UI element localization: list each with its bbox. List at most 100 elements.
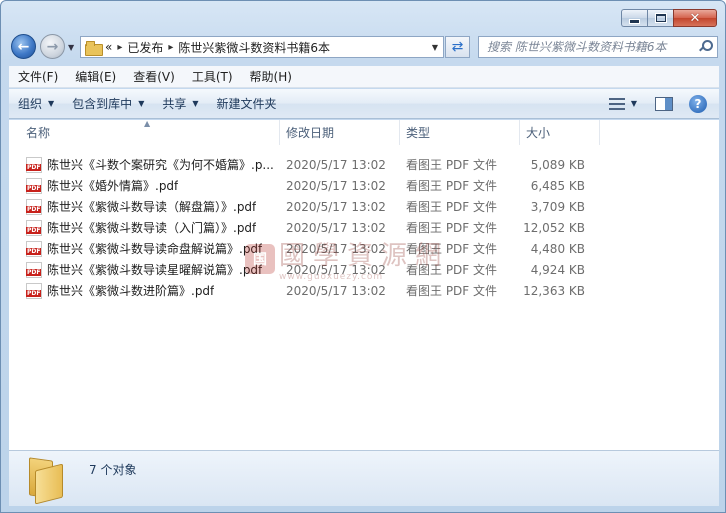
- file-name-cell[interactable]: PDF 陈世兴《婚外情篇》.pdf: [9, 177, 280, 194]
- file-date: 2020/5/17 13:02: [286, 199, 386, 214]
- file-type: 看图王 PDF 文件: [406, 242, 498, 256]
- file-date: 2020/5/17 13:02: [286, 220, 386, 235]
- menu-tools[interactable]: 工具(T): [183, 68, 241, 85]
- share-button[interactable]: 共享 ▼: [153, 91, 207, 117]
- column-headers: ▲ 名称 修改日期 类型 大小: [9, 119, 719, 145]
- file-rows: PDF 陈世兴《斗数个案研究《为何不婚篇》.p... 2020/5/17 13:0…: [9, 154, 719, 301]
- sort-ascending-icon: ▲: [144, 119, 151, 128]
- help-icon[interactable]: ?: [689, 94, 707, 113]
- file-type: 看图王 PDF 文件: [406, 200, 498, 214]
- minimize-button[interactable]: [621, 9, 647, 27]
- address-dropdown-icon[interactable]: ▼: [432, 43, 438, 52]
- file-type: 看图王 PDF 文件: [406, 158, 498, 172]
- menu-file[interactable]: 文件(F): [9, 68, 66, 85]
- search-input[interactable]: [487, 40, 697, 54]
- folder-icon: [85, 40, 103, 56]
- search-box[interactable]: [478, 36, 718, 58]
- file-size: 12,052 KB: [523, 220, 585, 235]
- maximize-icon: [655, 14, 666, 22]
- chevron-down-icon: ▼: [48, 99, 55, 108]
- file-size: 12,363 KB: [523, 283, 585, 298]
- menu-help[interactable]: 帮助(H): [241, 68, 300, 85]
- file-name: 陈世兴《婚外情篇》.pdf: [47, 179, 179, 193]
- toolbar-right: ▼ ?: [608, 94, 719, 113]
- item-count: 7 个对象: [89, 463, 137, 477]
- back-button[interactable]: ←: [11, 34, 36, 59]
- file-row[interactable]: PDF 陈世兴《紫微斗数导读（入门篇）》.pdf 2020/5/17 13:02 …: [9, 217, 719, 238]
- file-type: 看图王 PDF 文件: [406, 179, 498, 193]
- file-name-cell[interactable]: PDF 陈世兴《紫微斗数导读（入门篇）》.pdf: [9, 219, 280, 236]
- column-type-label: 类型: [406, 126, 431, 140]
- minimize-icon: [630, 19, 639, 23]
- menu-view[interactable]: 查看(V): [124, 68, 183, 85]
- forward-button[interactable]: →: [40, 34, 65, 59]
- breadcrumb-published[interactable]: 已发布: [127, 39, 163, 56]
- forward-arrow-icon: →: [46, 38, 59, 55]
- view-options-dropdown-icon[interactable]: ▼: [631, 99, 637, 108]
- explorer-window: ✕ ← → ▼ « ▸ 已发布 ▸ 陈世兴紫微斗数资料书籍6本 ▼ ⇄ 文件(F…: [0, 0, 726, 513]
- file-date: 2020/5/17 13:02: [286, 262, 386, 277]
- recent-pages-dropdown-icon[interactable]: ▼: [68, 43, 74, 52]
- file-type: 看图王 PDF 文件: [406, 263, 498, 277]
- back-arrow-icon: ←: [17, 38, 30, 55]
- file-name-cell[interactable]: PDF 陈世兴《紫微斗数进阶篇》.pdf: [9, 282, 280, 299]
- close-button[interactable]: ✕: [673, 9, 717, 27]
- column-header-size[interactable]: 大小: [520, 120, 600, 145]
- file-name-cell[interactable]: PDF 陈世兴《斗数个案研究《为何不婚篇》.p...: [9, 156, 280, 173]
- breadcrumb-current-folder[interactable]: 陈世兴紫微斗数资料书籍6本: [178, 39, 330, 56]
- preview-pane-icon[interactable]: [655, 96, 673, 111]
- file-size: 3,709 KB: [530, 199, 585, 214]
- file-name: 陈世兴《紫微斗数导读星曜解说篇》.pdf: [47, 263, 263, 277]
- file-row[interactable]: PDF 陈世兴《婚外情篇》.pdf 2020/5/17 13:02 看图王 PDF…: [9, 175, 719, 196]
- column-header-type[interactable]: 类型: [400, 120, 520, 145]
- pdf-file-icon: PDF: [26, 198, 42, 215]
- pdf-file-icon: PDF: [26, 240, 42, 257]
- file-date: 2020/5/17 13:02: [286, 157, 386, 172]
- file-row[interactable]: PDF 陈世兴《紫微斗数导读星曜解说篇》.pdf 2020/5/17 13:02 …: [9, 259, 719, 280]
- file-name-cell[interactable]: PDF 陈世兴《紫微斗数导读命盘解说篇》.pdf: [9, 240, 280, 257]
- file-date: 2020/5/17 13:02: [286, 178, 386, 193]
- maximize-button[interactable]: [647, 9, 673, 27]
- file-name-cell[interactable]: PDF 陈世兴《紫微斗数导读（解盘篇）》.pdf: [9, 198, 280, 215]
- breadcrumb-overflow[interactable]: «: [105, 40, 112, 54]
- file-name-cell[interactable]: PDF 陈世兴《紫微斗数导读星曜解说篇》.pdf: [9, 261, 280, 278]
- refresh-icon: ⇄: [451, 39, 464, 55]
- organize-button[interactable]: 组织 ▼: [9, 91, 63, 117]
- menu-edit[interactable]: 编辑(E): [66, 68, 124, 85]
- file-type: 看图王 PDF 文件: [406, 221, 498, 235]
- file-name: 陈世兴《紫微斗数导读（入门篇）》.pdf: [47, 221, 257, 235]
- chevron-down-icon: ▼: [192, 99, 199, 108]
- search-icon[interactable]: [699, 40, 713, 52]
- column-header-name[interactable]: ▲ 名称: [9, 119, 280, 145]
- caption-buttons: ✕: [621, 9, 717, 27]
- breadcrumb-separator-icon[interactable]: ▸: [168, 42, 173, 53]
- file-row[interactable]: PDF 陈世兴《紫微斗数导读命盘解说篇》.pdf 2020/5/17 13:02 …: [9, 238, 719, 259]
- command-bar: 组织 ▼ 包含到库中 ▼ 共享 ▼ 新建文件夹 ▼ ?: [9, 89, 719, 119]
- file-list: ▲ 名称 修改日期 类型 大小 PDF 陈世兴《斗数个案研究《为何不婚篇》.p..…: [9, 119, 719, 450]
- change-view-icon[interactable]: [608, 97, 625, 110]
- breadcrumb-separator-icon[interactable]: ▸: [117, 42, 122, 53]
- pdf-file-icon: PDF: [26, 282, 42, 299]
- file-date: 2020/5/17 13:02: [286, 241, 386, 256]
- address-bar[interactable]: « ▸ 已发布 ▸ 陈世兴紫微斗数资料书籍6本 ▼: [80, 36, 444, 58]
- column-header-date[interactable]: 修改日期: [280, 120, 400, 145]
- details-pane: 7 个对象: [9, 450, 719, 506]
- file-date: 2020/5/17 13:02: [286, 283, 386, 298]
- file-name: 陈世兴《紫微斗数导读命盘解说篇》.pdf: [47, 242, 263, 256]
- file-row[interactable]: PDF 陈世兴《斗数个案研究《为何不婚篇》.p... 2020/5/17 13:0…: [9, 154, 719, 175]
- file-row[interactable]: PDF 陈世兴《紫微斗数导读（解盘篇）》.pdf 2020/5/17 13:02 …: [9, 196, 719, 217]
- new-folder-label: 新建文件夹: [216, 97, 277, 111]
- pdf-file-icon: PDF: [26, 219, 42, 236]
- folder-icon: [29, 457, 67, 505]
- refresh-button[interactable]: ⇄: [445, 36, 470, 58]
- file-size: 5,089 KB: [530, 157, 585, 172]
- column-date-label: 修改日期: [286, 126, 335, 140]
- pdf-file-icon: PDF: [26, 156, 42, 173]
- include-in-library-button[interactable]: 包含到库中 ▼: [63, 91, 153, 117]
- file-type: 看图王 PDF 文件: [406, 284, 498, 298]
- file-name: 陈世兴《斗数个案研究《为何不婚篇》.p...: [47, 158, 274, 172]
- new-folder-button[interactable]: 新建文件夹: [208, 91, 286, 117]
- file-row[interactable]: PDF 陈世兴《紫微斗数进阶篇》.pdf 2020/5/17 13:02 看图王 …: [9, 280, 719, 301]
- file-name: 陈世兴《紫微斗数进阶篇》.pdf: [47, 284, 215, 298]
- pdf-file-icon: PDF: [26, 261, 42, 278]
